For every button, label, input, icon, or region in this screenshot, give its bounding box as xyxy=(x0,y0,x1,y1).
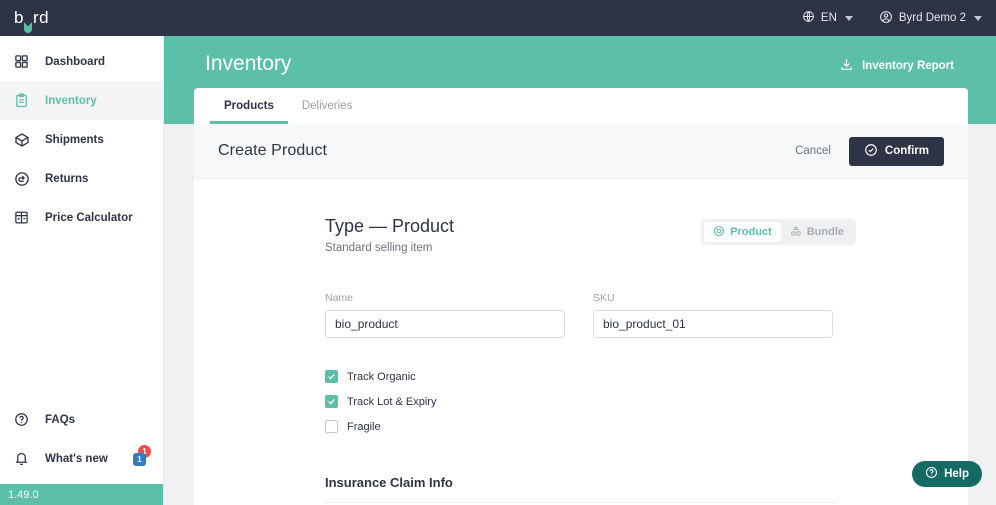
sidebar-item-label: What's new xyxy=(45,452,108,465)
chevron-down-icon xyxy=(844,15,853,21)
sidebar-item-label: Inventory xyxy=(45,94,97,107)
tabs-card: Products Deliveries xyxy=(194,88,968,124)
checkbox-group: Track Organic Track Lot & Expiry Fragile xyxy=(325,364,968,439)
segment-bundle-label: Bundle xyxy=(806,226,844,238)
sidebar-item-label: Shipments xyxy=(45,133,104,146)
card-title: Create Product xyxy=(218,142,328,159)
page-title: Inventory xyxy=(205,52,292,75)
shapes-icon xyxy=(790,225,802,240)
sidebar-item-label: FAQs xyxy=(45,413,76,426)
sku-field-label: SKU xyxy=(593,292,615,304)
brand-logo[interactable]: b rd xyxy=(14,8,49,33)
sidebar-item-label: Price Calculator xyxy=(45,211,133,224)
tab-products[interactable]: Products xyxy=(210,88,288,124)
grid-icon xyxy=(12,52,31,71)
chevron-down-icon xyxy=(974,15,982,21)
tab-deliveries-label: Deliveries xyxy=(301,100,353,112)
sidebar-item-returns[interactable]: Returns xyxy=(0,159,163,198)
sidebar-item-faqs[interactable]: FAQs xyxy=(0,400,163,439)
sku-input[interactable] xyxy=(593,310,833,338)
checkbox-track-lot-expiry[interactable]: Track Lot & Expiry xyxy=(325,389,968,414)
top-bar: b rd EN Byrd Demo 2 xyxy=(0,0,996,36)
language-label: EN xyxy=(820,12,837,24)
sidebar-item-inventory[interactable]: Inventory xyxy=(0,81,163,120)
product-form: Type — Product Standard selling item Pro… xyxy=(194,179,968,505)
checkbox-label: Track Lot & Expiry xyxy=(347,395,437,408)
question-circle-icon xyxy=(925,466,938,482)
sidebar-nav: Dashboard Inventory Shipments Returns Pr… xyxy=(0,36,163,237)
confirm-button[interactable]: Confirm xyxy=(848,136,944,166)
box-icon xyxy=(12,130,31,149)
create-product-card: Create Product Cancel Confirm Type — Pro… xyxy=(194,124,968,505)
card-header: Create Product Cancel Confirm xyxy=(194,124,968,179)
sidebar-item-whats-new[interactable]: What's new 1 1 xyxy=(0,439,163,478)
name-field-label: Name xyxy=(325,292,354,304)
account-menu[interactable]: Byrd Demo 2 xyxy=(879,10,982,27)
section-divider xyxy=(325,502,837,503)
type-text-block: Type — Product Standard selling item xyxy=(325,216,454,254)
checkbox-checked-icon xyxy=(325,395,338,408)
sidebar-item-label: Dashboard xyxy=(45,55,106,68)
type-row: Type — Product Standard selling item Pro… xyxy=(325,216,856,254)
confirm-label: Confirm xyxy=(884,145,929,157)
insurance-claim-section-title: Insurance Claim Info xyxy=(325,475,453,490)
sidebar-item-price-calculator[interactable]: Price Calculator xyxy=(0,198,163,237)
app-root: b rd EN Byrd Demo 2 Dashboard Inventory … xyxy=(0,0,996,505)
download-icon xyxy=(839,57,854,75)
calculator-icon xyxy=(12,208,31,227)
top-bar-right: EN Byrd Demo 2 xyxy=(802,10,996,27)
type-subtitle: Standard selling item xyxy=(325,242,433,254)
brand-text: b rd xyxy=(14,8,49,33)
notification-badge-blue: 1 xyxy=(133,453,146,466)
tab-list: Products Deliveries xyxy=(194,88,968,124)
name-input[interactable] xyxy=(325,310,565,338)
clipboard-icon xyxy=(12,91,31,110)
sku-field-group: SKU xyxy=(593,292,833,338)
segment-bundle[interactable]: Bundle xyxy=(781,222,853,242)
type-segmented-control: Product Bundle xyxy=(701,219,856,245)
checkbox-track-organic[interactable]: Track Organic xyxy=(325,364,968,389)
question-circle-icon xyxy=(12,410,31,429)
target-icon xyxy=(713,225,725,240)
check-circle-icon xyxy=(864,143,878,160)
language-selector[interactable]: EN xyxy=(802,10,853,26)
tab-deliveries[interactable]: Deliveries xyxy=(288,88,367,124)
checkbox-checked-icon xyxy=(325,370,338,383)
checkbox-label: Fragile xyxy=(347,420,381,433)
checkbox-fragile[interactable]: Fragile xyxy=(325,414,968,439)
card-actions: Cancel Confirm xyxy=(795,136,944,166)
segment-product-label: Product xyxy=(730,226,772,238)
return-arrow-icon xyxy=(12,169,31,188)
inventory-report-button[interactable]: Inventory Report xyxy=(839,57,954,75)
inventory-report-label: Inventory Report xyxy=(861,60,954,72)
cancel-button[interactable]: Cancel xyxy=(795,145,831,157)
user-circle-icon xyxy=(879,10,893,27)
checkbox-label: Track Organic xyxy=(347,370,416,383)
type-title: Type — Product xyxy=(325,216,455,236)
fields-row: Name SKU xyxy=(325,292,968,338)
sidebar-item-label: Returns xyxy=(45,172,89,185)
sidebar-item-dashboard[interactable]: Dashboard xyxy=(0,42,163,81)
sidebar: Dashboard Inventory Shipments Returns Pr… xyxy=(0,36,164,505)
sidebar-item-shipments[interactable]: Shipments xyxy=(0,120,163,159)
app-version: 1.49.0 xyxy=(0,484,163,505)
globe-icon xyxy=(802,10,815,26)
help-button[interactable]: Help xyxy=(912,461,982,487)
sidebar-bottom-nav: FAQs What's new 1 1 xyxy=(0,400,163,484)
segment-product[interactable]: Product xyxy=(704,222,781,242)
name-field-group: Name xyxy=(325,292,565,338)
bell-icon xyxy=(12,449,31,468)
account-label: Byrd Demo 2 xyxy=(898,12,966,24)
checkbox-unchecked-icon xyxy=(325,420,338,433)
help-label: Help xyxy=(944,468,969,480)
tab-products-label: Products xyxy=(224,100,274,112)
